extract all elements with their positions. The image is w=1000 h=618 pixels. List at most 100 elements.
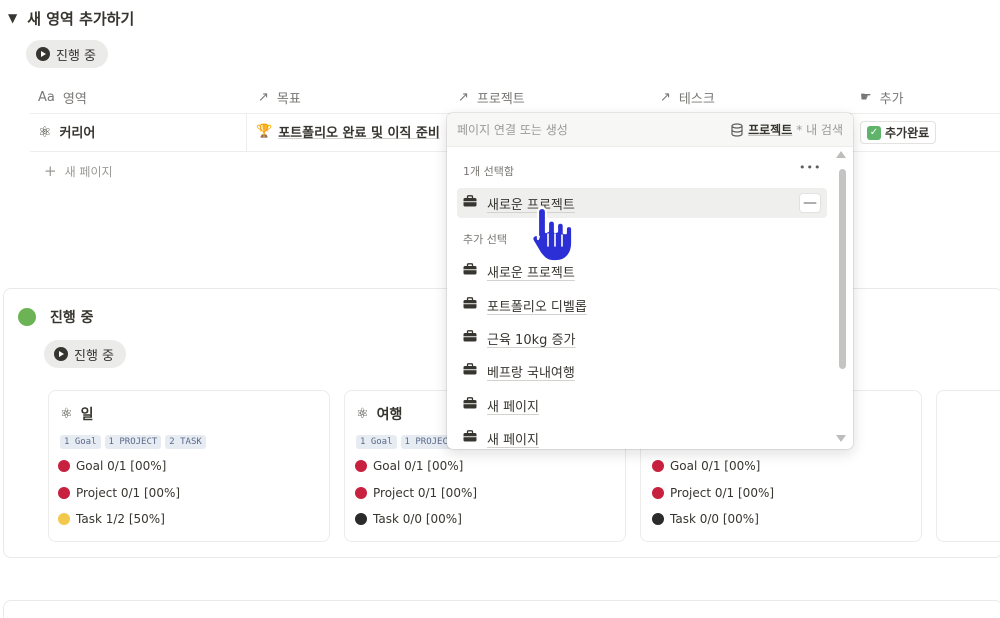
stat-text: Task 0/0 [00%] — [670, 512, 759, 526]
hand-cursor-icon — [531, 206, 574, 263]
card-title[interactable]: ⚛ 여행 — [356, 404, 402, 424]
search-scope[interactable]: 프로젝트 * 내 검색 — [730, 121, 843, 138]
plus-icon: + — [44, 162, 57, 180]
option-label: 베프랑 국내여행 — [487, 365, 575, 381]
card-tags: 1 Goal 1 PROJECT 2 TASK — [60, 435, 210, 449]
pointing-hand-icon: ☛ — [860, 89, 872, 105]
table-row[interactable]: ⚛ 커리어 — [38, 122, 95, 142]
task-dot-icon — [652, 513, 664, 525]
text-type-icon: Aa — [38, 89, 55, 105]
new-page-label: 새 페이지 — [64, 164, 113, 179]
scope-suffix: * 내 검색 — [796, 123, 843, 137]
column-header-project[interactable]: ↗ 프로젝트 — [458, 86, 525, 108]
goal-stat: Goal 0/1 [00%] — [652, 459, 760, 473]
count-tag: 1 PROJECT — [104, 435, 162, 449]
view-tab-label: 진행 중 — [74, 348, 115, 364]
task-dot-icon — [355, 513, 367, 525]
task-stat: Task 0/0 [00%] — [355, 512, 462, 526]
project-stat: Project 0/1 [00%] — [355, 486, 477, 500]
relation-picker-popup[interactable]: 페이지 연결 또는 생성 프로젝트 * 내 검색 1개 선택함 ••• 새로운 … — [447, 113, 853, 449]
added-status-label: 추가완료 — [885, 126, 930, 140]
option-item[interactable]: 새 페이지 — [457, 390, 827, 420]
board-next — [3, 600, 1000, 618]
group-title: 진행 중 — [50, 310, 94, 326]
area-card[interactable] — [936, 390, 1000, 542]
atom-icon: ⚛ — [60, 406, 73, 422]
card-title-text: 여행 — [376, 407, 403, 423]
card-title[interactable]: ⚛ 일 — [60, 404, 93, 424]
goal-dot-icon — [652, 460, 664, 472]
project-dot-icon — [58, 487, 70, 499]
stat-text: Goal 0/1 [00%] — [373, 459, 464, 473]
count-tag: 1 Goal — [60, 435, 101, 449]
count-tag: 1 Goal — [356, 435, 397, 449]
column-header-add[interactable]: ☛ 추가 — [860, 86, 904, 108]
play-circle-icon — [36, 47, 50, 61]
stat-text: Project 0/1 [00%] — [373, 486, 478, 500]
count-tag: 2 TASK — [165, 435, 206, 449]
group-header[interactable]: 진행 중 — [18, 307, 94, 327]
briefcase-icon — [463, 430, 477, 446]
search-input[interactable]: 페이지 연결 또는 생성 — [457, 121, 568, 138]
scroll-up-icon[interactable] — [836, 151, 846, 158]
option-item[interactable]: 새 페이지 — [457, 423, 827, 449]
project-dot-icon — [652, 487, 664, 499]
section-title: 새 영역 추가하기 — [27, 9, 135, 28]
collapse-toggle-icon[interactable]: ▼ — [8, 11, 17, 25]
more-options-icon[interactable]: ••• — [799, 161, 821, 174]
atom-icon: ⚛ — [356, 406, 369, 422]
stat-text: Task 0/0 [00%] — [373, 512, 462, 526]
goal-cell[interactable]: 🏆 포트폴리오 완료 및 이직 준비 — [256, 122, 440, 141]
stat-text: Goal 0/1 [00%] — [670, 459, 761, 473]
briefcase-icon — [463, 195, 477, 211]
stat-text: Task 1/2 [50%] — [76, 512, 165, 526]
task-stat: Task 0/0 [00%] — [652, 512, 759, 526]
column-header-label: 목표 — [276, 91, 301, 107]
column-header-area[interactable]: Aa 영역 — [38, 86, 87, 108]
column-header-label: 테스크 — [678, 91, 715, 107]
briefcase-icon — [463, 363, 477, 379]
trophy-icon: 🏆 — [256, 124, 273, 139]
relation-arrow-icon: ↗ — [458, 89, 469, 105]
new-page-button[interactable]: + 새 페이지 — [44, 162, 113, 180]
goal-link[interactable]: 포트폴리오 완료 및 이직 준비 — [278, 122, 440, 141]
column-header-task[interactable]: ↗ 테스크 — [660, 86, 715, 108]
task-dot-icon — [58, 513, 70, 525]
card-title-text: 일 — [80, 407, 94, 423]
project-stat: Project 0/1 [00%] — [58, 486, 180, 500]
briefcase-icon — [463, 297, 477, 313]
option-item[interactable]: 새로운 프로젝트 — [457, 256, 827, 286]
option-item[interactable]: 포트폴리오 디벨롭 — [457, 290, 827, 320]
add-selection-label: 추가 선택 — [463, 233, 507, 246]
area-cell[interactable]: 커리어 — [59, 122, 95, 141]
briefcase-icon — [463, 263, 477, 279]
project-dot-icon — [355, 487, 367, 499]
selected-option[interactable]: 새로운 프로젝트 — — [457, 188, 827, 218]
scope-database-name: 프로젝트 — [748, 123, 793, 137]
added-status[interactable]: ✓ 추가완료 — [860, 121, 937, 144]
option-label: 새 페이지 — [487, 399, 539, 415]
option-label: 새 페이지 — [487, 432, 539, 448]
relation-arrow-icon: ↗ — [258, 89, 269, 105]
stat-text: Goal 0/1 [00%] — [76, 459, 167, 473]
scroll-down-icon[interactable] — [836, 435, 846, 442]
board-view-tab[interactable]: 진행 중 — [44, 340, 127, 368]
search-bar[interactable]: 페이지 연결 또는 생성 프로젝트 * 내 검색 — [447, 113, 853, 147]
project-stat: Project 0/1 [00%] — [652, 486, 774, 500]
option-label: 근육 10kg 증가 — [487, 332, 576, 348]
view-tab-in-progress[interactable]: 진행 중 — [26, 40, 109, 68]
goal-stat: Goal 0/1 [00%] — [58, 459, 166, 473]
view-tab-label: 진행 중 — [56, 48, 97, 64]
remove-icon[interactable]: — — [799, 193, 821, 213]
goal-stat: Goal 0/1 [00%] — [355, 459, 463, 473]
column-header-goal[interactable]: ↗ 목표 — [258, 86, 301, 108]
database-icon — [731, 122, 743, 137]
check-icon: ✓ — [867, 125, 881, 140]
option-item[interactable]: 베프랑 국내여행 — [457, 356, 827, 386]
stat-text: Project 0/1 [00%] — [670, 486, 775, 500]
option-item[interactable]: 근육 10kg 증가 — [457, 323, 827, 353]
section-header[interactable]: ▼ 새 영역 추가하기 — [8, 6, 134, 30]
scrollbar-thumb[interactable] — [839, 169, 846, 369]
status-dot-icon — [18, 308, 36, 326]
goal-dot-icon — [355, 460, 367, 472]
